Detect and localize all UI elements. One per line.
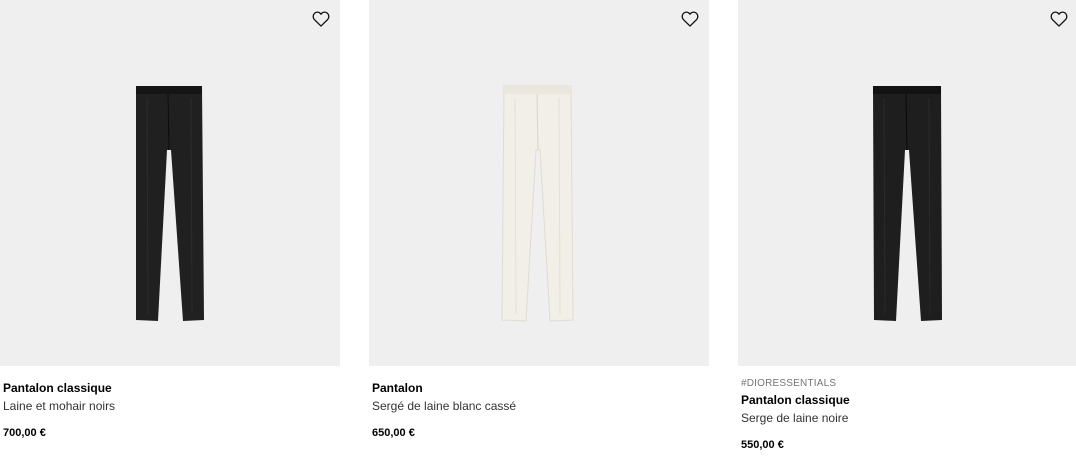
product-name[interactable]: Pantalon xyxy=(372,379,706,397)
product-image-area[interactable] xyxy=(738,0,1076,366)
product-grid: Pantalon classique Laine et mohair noirs… xyxy=(0,0,1076,468)
product-description: Serge de laine noire xyxy=(741,411,849,425)
wishlist-heart-button[interactable] xyxy=(1049,9,1069,29)
product-card[interactable]: Pantalon classique Laine et mohair noirs… xyxy=(0,0,340,468)
product-name[interactable]: Pantalon classique xyxy=(741,391,1075,409)
wishlist-heart-button[interactable] xyxy=(311,9,331,29)
heart-icon xyxy=(312,11,330,27)
product-description: Sergé de laine blanc cassé xyxy=(372,399,517,413)
product-info: Pantalon Sergé de laine blanc cassé 650,… xyxy=(372,377,706,441)
heart-icon xyxy=(1050,11,1068,27)
product-image-area[interactable] xyxy=(0,0,340,366)
product-image-area[interactable] xyxy=(369,0,709,366)
product-price: 700,00 € xyxy=(3,427,46,439)
product-card[interactable]: Pantalon Sergé de laine blanc cassé 650,… xyxy=(369,0,709,468)
product-image-black-trousers[interactable] xyxy=(0,0,340,366)
heart-icon xyxy=(681,11,699,27)
wishlist-heart-button[interactable] xyxy=(680,9,700,29)
product-description: Laine et mohair noirs xyxy=(3,399,116,413)
product-info: #DIORESSENTIALS Pantalon classique Serge… xyxy=(741,377,1075,453)
product-info: Pantalon classique Laine et mohair noirs… xyxy=(3,377,337,441)
product-image-white-trousers[interactable] xyxy=(369,0,709,366)
product-name[interactable]: Pantalon classique xyxy=(3,379,337,397)
product-price: 650,00 € xyxy=(372,427,415,439)
collection-tag: #DIORESSENTIALS xyxy=(741,378,837,389)
product-card[interactable]: #DIORESSENTIALS Pantalon classique Serge… xyxy=(738,0,1076,468)
product-image-black-trousers[interactable] xyxy=(738,0,1076,366)
product-price: 550,00 € xyxy=(741,439,784,451)
